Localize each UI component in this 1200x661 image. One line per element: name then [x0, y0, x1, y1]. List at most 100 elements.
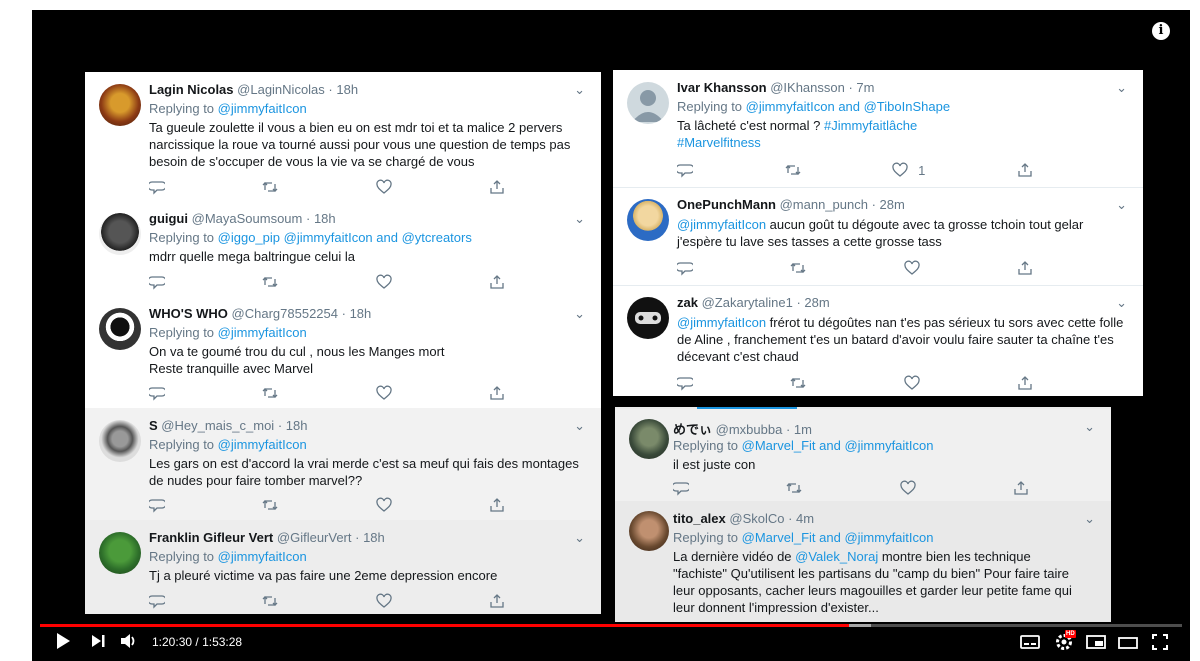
user-name[interactable]: zak [677, 295, 698, 310]
like-button[interactable] [375, 384, 392, 402]
avatar[interactable] [629, 511, 669, 551]
tweet-card[interactable]: S @Hey_mais_c_moi · 18h ⌄ Replying to @j… [85, 408, 601, 521]
user-handle[interactable]: @Hey_mais_c_moi [161, 418, 274, 433]
user-handle[interactable]: @GifleurVert [277, 530, 352, 545]
chevron-down-icon[interactable]: ⌄ [574, 211, 585, 227]
tweet-time[interactable]: 18h [363, 530, 385, 545]
avatar[interactable] [99, 308, 141, 350]
fullscreen-icon[interactable] [1152, 634, 1168, 655]
avatar[interactable] [629, 419, 669, 459]
like-button[interactable] [899, 479, 916, 497]
user-name[interactable]: WHO'S WHO [149, 306, 228, 321]
mention-link[interactable]: @jimmyfaitIcon [218, 325, 307, 340]
reply-button[interactable] [677, 161, 693, 179]
avatar[interactable] [627, 82, 669, 124]
tweet-card[interactable]: WHO'S WHO @Charg78552254 · 18h ⌄ Replyin… [85, 296, 601, 409]
share-button[interactable] [1017, 161, 1033, 179]
like-button[interactable]: 1 [892, 161, 925, 179]
theater-icon[interactable] [1118, 636, 1138, 654]
like-button[interactable] [375, 178, 392, 196]
chevron-down-icon[interactable]: ⌄ [574, 82, 585, 98]
chevron-down-icon[interactable]: ⌄ [1084, 511, 1095, 527]
user-name[interactable]: Ivar Khansson [677, 80, 767, 95]
avatar[interactable] [99, 213, 141, 255]
share-button[interactable] [1013, 479, 1029, 497]
tweet-card[interactable]: zak @Zakarytaline1 · 28m ⌄ @jimmyfaitIco… [613, 285, 1143, 396]
user-name[interactable]: Lagin Nicolas [149, 82, 234, 97]
tweet-card[interactable]: tito_alex @SkolCo · 4m ⌄ Replying to @Ma… [615, 501, 1111, 622]
retweet-button[interactable] [790, 259, 806, 277]
share-button[interactable] [489, 273, 505, 291]
user-name[interactable]: tito_alex [673, 511, 726, 526]
tweet-card[interactable]: めでぃ @mxbubba · 1m ⌄ Replying to @Marvel_… [615, 409, 1111, 502]
mention-link[interactable]: @jimmyfaitIcon [218, 437, 307, 452]
avatar[interactable] [99, 532, 141, 574]
tweet-time[interactable]: 18h [314, 211, 336, 226]
retweet-button[interactable] [786, 479, 802, 497]
share-button[interactable] [1017, 374, 1033, 392]
user-name[interactable]: OnePunchMann [677, 197, 776, 212]
reply-button[interactable] [149, 496, 165, 514]
retweet-button[interactable] [262, 273, 278, 291]
chevron-down-icon[interactable]: ⌄ [1116, 295, 1127, 311]
chevron-down-icon[interactable]: ⌄ [574, 418, 585, 434]
mention-link[interactable]: @Valek_Noraj [795, 549, 878, 564]
miniplayer-icon[interactable] [1086, 635, 1106, 654]
mention-link[interactable]: @jimmyfaitIcon [677, 315, 766, 330]
tweet-card[interactable]: Ivar Khansson @IKhansson · 7m ⌄ Replying… [613, 70, 1143, 188]
avatar[interactable] [627, 297, 669, 339]
chevron-down-icon[interactable]: ⌄ [574, 530, 585, 546]
tweet-time[interactable]: 28m [804, 295, 829, 310]
next-icon[interactable] [90, 634, 106, 653]
mention-link[interactable]: @Marvel_Fit and @jimmyfaitIcon [742, 530, 934, 545]
user-handle[interactable]: @mann_punch [780, 197, 868, 212]
user-handle[interactable]: @MayaSoumsoum [192, 211, 303, 226]
tweet-card[interactable]: OnePunchMann @mann_punch · 28m ⌄ @jimmyf… [613, 187, 1143, 286]
user-name[interactable]: S [149, 418, 158, 433]
chevron-down-icon[interactable]: ⌄ [1084, 419, 1095, 435]
reply-button[interactable] [149, 178, 165, 196]
share-button[interactable] [489, 178, 505, 196]
tweet-time[interactable]: 1m [794, 422, 812, 437]
user-handle[interactable]: @IKhansson [770, 80, 845, 95]
settings-icon[interactable]: HD [1054, 630, 1076, 657]
user-name[interactable]: めでぃ [673, 422, 712, 437]
share-button[interactable] [489, 384, 505, 402]
mention-link[interactable]: @jimmyfaitIcon and @TiboInShape [746, 99, 950, 114]
reply-button[interactable] [677, 259, 693, 277]
mention-link[interactable]: @Marvel_Fit and @jimmyfaitIcon [742, 438, 934, 453]
share-button[interactable] [1017, 259, 1033, 277]
user-name[interactable]: guigui [149, 211, 188, 226]
progress-bar[interactable] [40, 624, 1182, 627]
chevron-down-icon[interactable]: ⌄ [574, 306, 585, 322]
tweet-card[interactable]: guigui @MayaSoumsoum · 18h ⌄ Replying to… [85, 201, 601, 297]
user-handle[interactable]: @Charg78552254 [232, 306, 338, 321]
video-player[interactable]: i Lagin Nicolas @LaginNicolas · 18h ⌄ Re… [32, 10, 1190, 661]
user-handle[interactable]: @Zakarytaline1 [702, 295, 793, 310]
mention-link[interactable]: @jimmyfaitIcon [677, 217, 766, 232]
tweet-time[interactable]: 4m [796, 511, 814, 526]
retweet-button[interactable] [262, 496, 278, 514]
tweet-card[interactable]: Franklin Gifleur Vert @GifleurVert · 18h… [85, 520, 601, 614]
avatar[interactable] [99, 84, 141, 126]
chevron-down-icon[interactable]: ⌄ [1116, 197, 1127, 213]
tweet-time[interactable]: 7m [856, 80, 874, 95]
chevron-down-icon[interactable]: ⌄ [1116, 80, 1127, 96]
user-handle[interactable]: @SkolCo [729, 511, 784, 526]
like-button[interactable] [903, 259, 920, 277]
share-button[interactable] [489, 496, 505, 514]
share-button[interactable] [489, 592, 505, 610]
retweet-button[interactable] [262, 384, 278, 402]
tweet-time[interactable]: 28m [880, 197, 905, 212]
info-icon[interactable]: i [1152, 22, 1170, 40]
retweet-button[interactable] [262, 178, 278, 196]
like-button[interactable] [375, 273, 392, 291]
subtitles-icon[interactable] [1020, 635, 1040, 654]
like-button[interactable] [375, 592, 392, 610]
retweet-button[interactable] [790, 374, 806, 392]
mention-link[interactable]: @jimmyfaitIcon [218, 549, 307, 564]
avatar[interactable] [99, 420, 141, 462]
reply-button[interactable] [677, 374, 693, 392]
like-button[interactable] [375, 496, 392, 514]
user-handle[interactable]: @LaginNicolas [237, 82, 325, 97]
